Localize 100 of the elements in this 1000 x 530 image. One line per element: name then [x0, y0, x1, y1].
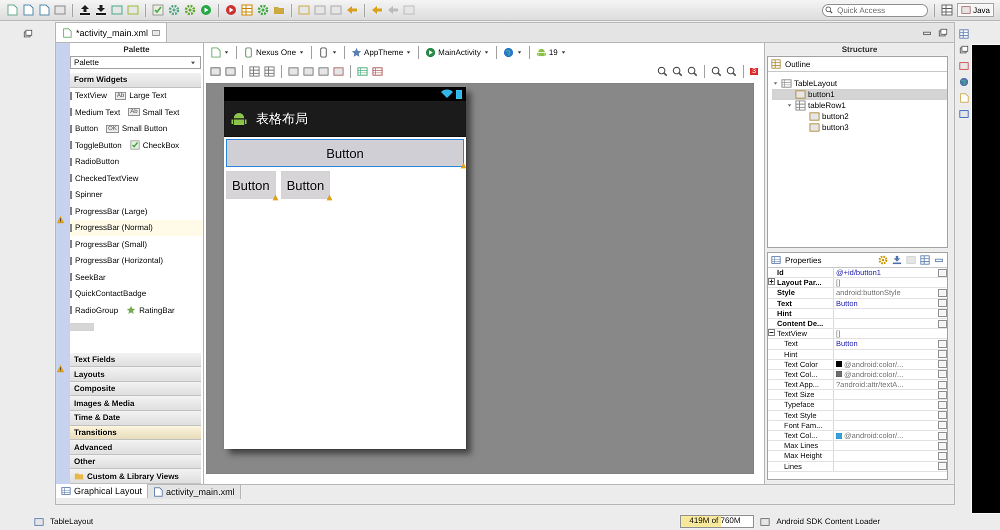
locale-dropdown[interactable] [502, 47, 523, 58]
warning-icon [56, 364, 65, 373]
editor-tab-title: *activity_main.xml [76, 28, 148, 38]
expand-arrow-icon[interactable] [772, 80, 779, 87]
caret-icon [482, 49, 490, 56]
palette-dropdown[interactable]: Palette [70, 56, 201, 69]
category-header[interactable]: Composite [70, 382, 201, 396]
palette-widget[interactable]: Button [70, 124, 98, 134]
category-header[interactable]: Other [70, 454, 201, 470]
palette-widget[interactable]: Medium Text [70, 108, 120, 117]
palette-widget[interactable]: RatingBar [126, 305, 175, 316]
battery-icon [456, 89, 462, 99]
back-arrow-icon[interactable] [346, 4, 358, 16]
folder-icon [74, 471, 84, 482]
check-icon[interactable] [152, 4, 164, 16]
rotate-icon [318, 47, 330, 58]
heap-status[interactable]: 419M of 760M [680, 515, 754, 528]
edit-value-button[interactable] [938, 268, 946, 277]
palette-widget[interactable]: Spinner [70, 190, 103, 200]
panel-title: Outline [785, 60, 810, 68]
wifi-icon [441, 89, 453, 99]
outline-item[interactable]: button2 [772, 111, 947, 122]
editor-mode-tab[interactable]: Graphical Layout [56, 484, 148, 498]
palette-widget[interactable]: CheckBox [130, 140, 180, 150]
category-header[interactable]: Advanced [70, 440, 201, 455]
editor-tab[interactable]: *activity_main.xml [56, 23, 168, 42]
outline-item[interactable]: button3 [772, 122, 947, 133]
palette-widget[interactable]: ProgressBar (Small) [70, 240, 148, 249]
caret-icon [189, 58, 197, 66]
forward-arrow-icon[interactable] [387, 4, 399, 16]
config-dropdown[interactable] [210, 47, 230, 58]
download-icon[interactable] [95, 4, 107, 16]
maximize-icon[interactable] [938, 28, 948, 38]
grid-icon[interactable] [241, 4, 253, 16]
orientation-dropdown[interactable] [318, 47, 338, 58]
palette-widget[interactable]: ProgressBar (Large) [70, 206, 148, 216]
xml-file-icon [153, 487, 164, 497]
zoom-icon[interactable] [657, 66, 668, 77]
activity-icon [425, 47, 436, 58]
zoom-icon[interactable] [672, 66, 684, 77]
theme-dropdown[interactable]: AppTheme [351, 47, 412, 58]
category-header[interactable]: Time & Date [70, 411, 201, 426]
save-icon[interactable] [38, 4, 50, 16]
new-file-icon[interactable] [6, 4, 18, 16]
warning-icon [56, 215, 65, 224]
outline-item[interactable]: tableRow1 [772, 100, 947, 111]
category-header[interactable]: Layouts [70, 367, 201, 382]
palette-widget[interactable]: CheckedTextView [70, 174, 138, 183]
document-icon [210, 47, 221, 58]
outline-item[interactable]: button1 [772, 89, 947, 100]
category-header[interactable]: Form Widgets [70, 73, 201, 88]
zoom-icon[interactable] [687, 66, 698, 77]
table-icon[interactable] [357, 66, 368, 77]
scrollbar-thumb[interactable] [70, 322, 94, 331]
restore-icon[interactable] [958, 45, 968, 55]
activity-dropdown[interactable]: MainActivity [425, 47, 490, 58]
table-row-icon [795, 100, 806, 111]
palette-widget[interactable]: ToggleButton [70, 140, 122, 150]
outline-item[interactable]: TableLayout [772, 78, 947, 89]
api-level-dropdown[interactable]: 19 [536, 47, 567, 58]
zoom-out-icon[interactable] [711, 66, 722, 77]
category-header[interactable]: Images & Media [70, 396, 201, 412]
category-header[interactable]: Transitions [70, 426, 201, 440]
gear-icon[interactable] [184, 4, 196, 16]
caret-icon [298, 49, 306, 56]
palette-widget[interactable]: TextView [70, 91, 107, 100]
caret-icon [223, 49, 230, 56]
panel-title: Properties [785, 256, 822, 264]
palette-widget[interactable]: RadioButton [70, 157, 120, 166]
editor-mode-tab[interactable]: activity_main.xml [148, 485, 241, 499]
caret-icon [516, 49, 523, 56]
button-widget-icon [809, 122, 820, 133]
palette-widget[interactable]: RadioGroup [70, 306, 118, 315]
folder-icon[interactable] [273, 4, 285, 16]
layout-button[interactable]: Button [280, 171, 330, 199]
category-header[interactable]: Custom & Library Views [70, 469, 201, 484]
palette-widget[interactable]: ProgressBar (Horizontal) [70, 256, 164, 266]
run-icon[interactable] [200, 4, 212, 16]
layout-button[interactable]: Button [226, 171, 276, 199]
expand-arrow-icon[interactable] [786, 102, 793, 109]
palette-widget[interactable]: QuickContactBadge [70, 289, 146, 298]
collapse-icon[interactable] [768, 329, 775, 336]
star-icon [351, 47, 362, 58]
star-icon [126, 305, 136, 316]
restore-icon[interactable] [22, 29, 32, 39]
layout-button[interactable]: Button [226, 139, 464, 167]
table-icon[interactable] [372, 66, 383, 77]
back-arrow-icon[interactable] [371, 4, 383, 16]
status-job: Android SDK Content Loader [776, 517, 880, 526]
checkbox-icon [130, 140, 140, 150]
expand-icon[interactable] [768, 278, 775, 286]
java-perspective-button[interactable]: Java [957, 3, 994, 17]
upload-icon[interactable] [79, 4, 91, 16]
category-header[interactable]: Text Fields [70, 352, 201, 368]
quick-access-field[interactable]: Quick Access [822, 4, 928, 16]
palette-widget[interactable]: SeekBar [70, 272, 106, 282]
zoom-in-icon[interactable] [726, 66, 738, 77]
save-icon[interactable] [22, 4, 34, 16]
device-dropdown[interactable]: Nexus One [243, 47, 306, 58]
button-widget-icon [795, 89, 806, 100]
